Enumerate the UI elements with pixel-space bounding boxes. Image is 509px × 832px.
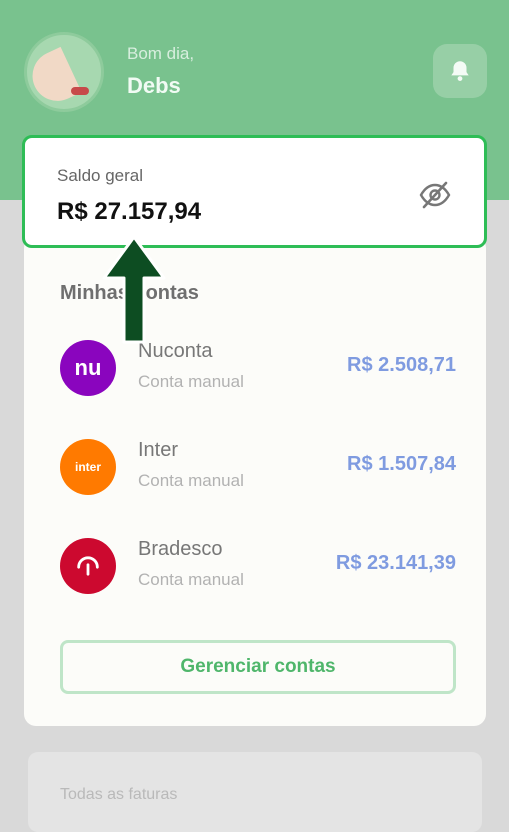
user-name: Debs bbox=[127, 73, 181, 98]
nubank-logo-icon: nu bbox=[60, 340, 116, 396]
account-row-inter[interactable]: inter Inter Conta manual R$ 1.507,84 bbox=[60, 437, 456, 497]
account-name: Bradesco bbox=[138, 538, 223, 560]
greeting-text: Bom dia, bbox=[127, 44, 195, 63]
manage-accounts-button[interactable]: Gerenciar contas bbox=[60, 640, 456, 694]
account-type: Conta manual bbox=[138, 471, 244, 490]
balance-label: Saldo geral bbox=[57, 166, 144, 185]
account-type: Conta manual bbox=[138, 570, 244, 589]
invoices-label: Todas as faturas bbox=[60, 786, 178, 803]
bradesco-logo-icon bbox=[60, 538, 116, 594]
balance-card: Saldo geral R$ 27.157,94 bbox=[22, 135, 487, 248]
avatar-illustration bbox=[27, 46, 82, 109]
bell-icon bbox=[451, 61, 469, 81]
balance-value: R$ 27.157,94 bbox=[57, 198, 202, 225]
notifications-button[interactable] bbox=[433, 44, 487, 98]
account-type: Conta manual bbox=[138, 372, 244, 391]
invoices-card[interactable]: Todas as faturas bbox=[28, 752, 482, 832]
account-amount: R$ 23.141,39 bbox=[335, 552, 456, 574]
account-amount: R$ 1.507,84 bbox=[347, 453, 456, 475]
avatar[interactable] bbox=[24, 32, 104, 112]
account-amount: R$ 2.508,71 bbox=[347, 354, 456, 376]
account-row-bradesco[interactable]: Bradesco Conta manual R$ 23.141,39 bbox=[60, 536, 456, 596]
account-row-nuconta[interactable]: nu Nuconta Conta manual R$ 2.508,71 bbox=[60, 338, 456, 398]
annotation-arrow-icon bbox=[102, 235, 166, 344]
account-name: Inter bbox=[138, 439, 179, 461]
avatar-detail bbox=[71, 87, 89, 95]
accounts-card: Minhas contas nu Nuconta Conta manual R$… bbox=[24, 236, 486, 726]
inter-logo-icon: inter bbox=[60, 439, 116, 495]
bradesco-symbol-icon bbox=[77, 556, 99, 576]
eye-off-icon[interactable] bbox=[418, 180, 452, 210]
